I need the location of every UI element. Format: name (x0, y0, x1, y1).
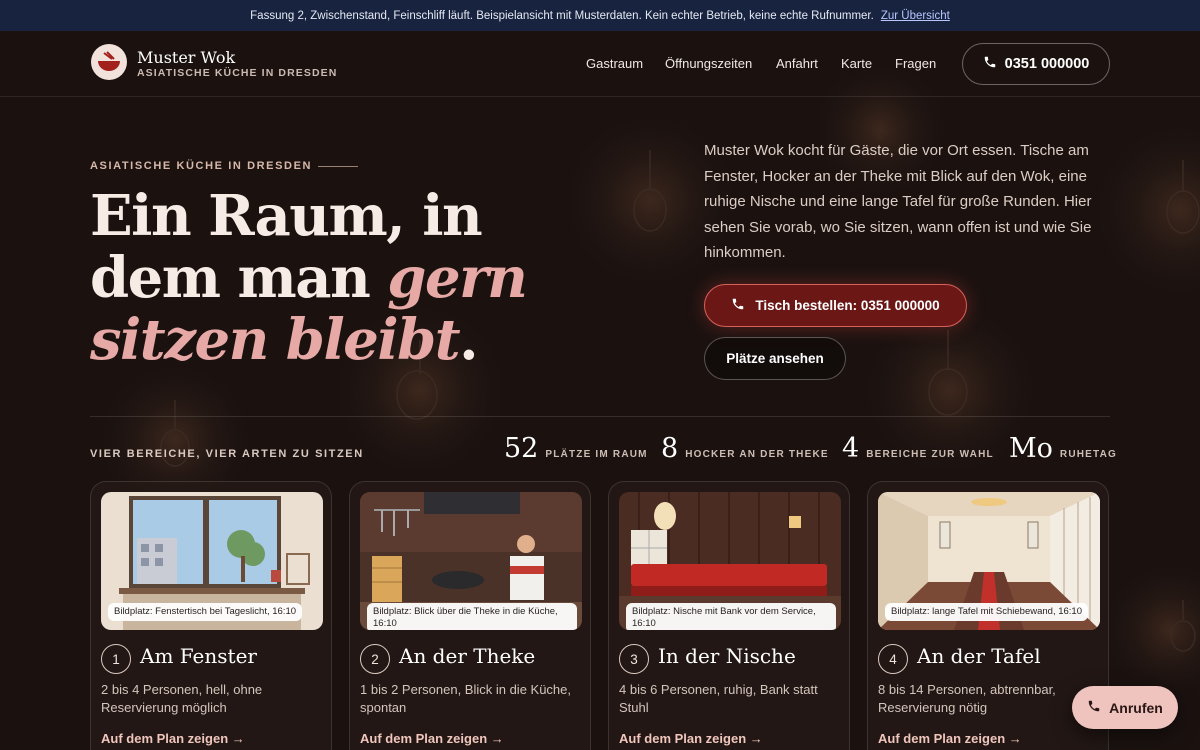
hero-headline: Ein Raum, in dem man gern sitzen bleibt. (90, 185, 610, 371)
nav-link-anfahrt[interactable]: Anfahrt (776, 56, 818, 71)
window-table-illustration: Bildplatz: Fenstertisch bei Tageslicht, … (101, 492, 323, 630)
counter-kitchen-illustration: Bildplatz: Blick über die Theke in die K… (360, 492, 582, 630)
card-number-badge: 3 (619, 644, 649, 674)
banner-text: Fassung 2, Zwischenstand, Feinschliff lä… (250, 9, 874, 22)
card-number-badge: 2 (360, 644, 390, 674)
headline-line1: Ein Raum, in (90, 183, 483, 249)
card-title: An der Theke (399, 644, 536, 668)
stat-label: BEREICHE ZUR WAHL (866, 449, 994, 460)
image-caption: Bildplatz: Nische mit Bank vor dem Servi… (626, 603, 836, 630)
stat-areas: 4 BEREICHE ZUR WAHL (842, 433, 994, 464)
preview-banner: Fassung 2, Zwischenstand, Feinschliff lä… (0, 0, 1200, 31)
area-card-window[interactable]: Bildplatz: Fenstertisch bei Tageslicht, … (90, 481, 332, 750)
overview-link[interactable]: Zur Übersicht (881, 10, 950, 22)
nav-link-karte[interactable]: Karte (841, 56, 872, 71)
area-card-counter[interactable]: Bildplatz: Blick über die Theke in die K… (349, 481, 591, 750)
phone-button[interactable]: 0351 000000 (962, 43, 1110, 85)
nav-link-fragen[interactable]: Fragen (895, 56, 936, 71)
card-description: 4 bis 6 Personen, ruhig, Bank statt Stuh… (619, 682, 818, 715)
card-description: 2 bis 4 Personen, hell, ohne Reservierun… (101, 682, 263, 715)
kicker-line (318, 166, 358, 167)
phone-icon (983, 55, 997, 73)
hero-kicker: ASIATISCHE KÜCHE IN DRESDEN (90, 160, 313, 172)
arrow-right-icon: → (490, 731, 504, 746)
card-title: An der Tafel (917, 644, 1041, 668)
brand-name[interactable]: Muster Wok (137, 48, 235, 67)
niche-bench-illustration: Bildplatz: Nische mit Bank vor dem Servi… (619, 492, 841, 630)
show-on-plan-link[interactable]: Auf dem Plan zeigen → (360, 731, 504, 746)
logo-bowl-icon[interactable] (91, 44, 127, 80)
stat-number: 52 (504, 433, 539, 464)
arrow-right-icon: → (1008, 731, 1022, 746)
image-caption: Bildplatz: Fenstertisch bei Tageslicht, … (108, 603, 303, 621)
floating-call-button[interactable]: Anrufen (1072, 686, 1178, 729)
brand-subtitle: ASIATISCHE KÜCHE IN DRESDEN (137, 67, 338, 79)
long-table-illustration: Bildplatz: lange Tafel mit Schiebewand, … (878, 492, 1100, 630)
headline-line2: dem man (90, 245, 388, 311)
call-label: Anrufen (1109, 699, 1163, 716)
card-number-badge: 1 (101, 644, 131, 674)
nav-link-gastraum[interactable]: Gastraum (586, 56, 643, 71)
areas-label: VIER BEREICHE, VIER ARTEN ZU SITZEN (90, 448, 364, 460)
headline-dot: . (459, 307, 479, 373)
arrow-right-icon: → (231, 731, 245, 746)
card-description: 1 bis 2 Personen, Blick in die Küche, sp… (360, 682, 572, 715)
phone-icon (1087, 699, 1101, 716)
image-caption: Bildplatz: Blick über die Theke in die K… (367, 603, 577, 630)
reserve-table-button[interactable]: Tisch bestellen: 0351 000000 (704, 284, 967, 327)
stat-closed-day: Mo RUHETAG (1009, 433, 1117, 464)
card-title: Am Fenster (140, 644, 257, 668)
phone-icon (731, 297, 745, 314)
phone-number: 0351 000000 (1004, 56, 1090, 72)
stat-seats: 52 PLÄTZE IM RAUM (504, 433, 648, 464)
area-card-niche[interactable]: Bildplatz: Nische mit Bank vor dem Servi… (608, 481, 850, 750)
stat-number: 4 (842, 433, 860, 464)
reserve-table-label: Tisch bestellen: 0351 000000 (755, 298, 940, 313)
headline-emphasis-2: sitzen bleibt (90, 307, 461, 373)
headline-emphasis-1: gern (387, 245, 528, 311)
show-on-plan-link[interactable]: Auf dem Plan zeigen → (878, 731, 1022, 746)
show-on-plan-link[interactable]: Auf dem Plan zeigen → (619, 731, 763, 746)
stat-label: HOCKER AN DER THEKE (685, 449, 829, 460)
stat-number: 8 (661, 433, 679, 464)
nav-link-oeffnungszeiten[interactable]: Öffnungszeiten (665, 56, 752, 71)
view-seats-button[interactable]: Plätze ansehen (704, 337, 846, 380)
stat-label: RUHETAG (1059, 449, 1118, 460)
stat-label: PLÄTZE IM RAUM (545, 449, 648, 460)
arrow-right-icon: → (749, 731, 763, 746)
card-title: In der Nische (658, 644, 796, 668)
hero-intro: Muster Wok kocht für Gäste, die vor Ort … (704, 142, 1092, 261)
card-description: 8 bis 14 Personen, abtrennbar, Reservier… (878, 682, 1056, 715)
card-number-badge: 4 (878, 644, 908, 674)
show-on-plan-link[interactable]: Auf dem Plan zeigen → (101, 731, 245, 746)
section-divider (90, 416, 1110, 417)
header-nav: Muster Wok ASIATISCHE KÜCHE IN DRESDEN G… (0, 31, 1200, 97)
stat-number: Mo (1009, 433, 1053, 464)
image-caption: Bildplatz: lange Tafel mit Schiebewand, … (885, 603, 1089, 621)
stat-stools: 8 HOCKER AN DER THEKE (661, 433, 829, 464)
